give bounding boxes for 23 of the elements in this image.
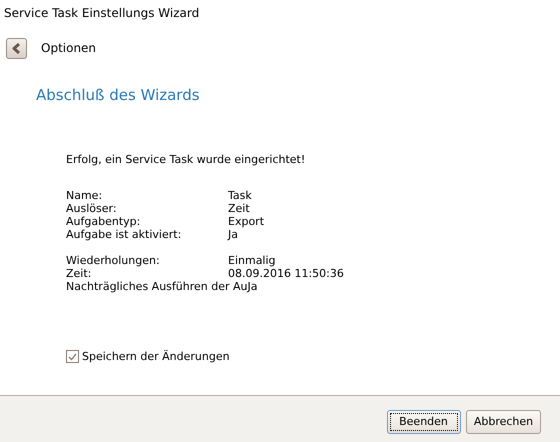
page-title: Optionen (41, 40, 96, 57)
field-value: 08.09.2016 11:50:36 (228, 266, 344, 280)
field-value: Einmalig (228, 254, 276, 266)
field-value: Ja (228, 228, 238, 240)
window-title: Service Task Einstellungs Wizard (3, 5, 200, 22)
field-value: Task (228, 188, 252, 202)
field-label: Nachträgliches Ausführen der Au (66, 280, 248, 292)
field-label: Aufgabentyp: (66, 214, 142, 228)
field-label: Aufgabe ist aktiviert: (66, 228, 182, 240)
back-button[interactable] (6, 38, 27, 58)
dialog-button[interactable]: Abbrechen (466, 410, 541, 434)
checkbox[interactable] (66, 350, 79, 364)
field-value: Ja (248, 280, 258, 292)
success-message: Erfolg, ein Service Task wurde eingerichtet! (66, 153, 306, 166)
field-label: Name: (66, 188, 104, 202)
field-value: Zeit (228, 202, 250, 214)
field-value: Export (228, 214, 264, 228)
dialog-button[interactable]: Beenden (386, 410, 460, 434)
wizard-heading: Abschluß des Wizards (36, 86, 200, 104)
field-label: Wiederholungen: (66, 254, 161, 266)
checkbox-label: Speichern der Änderungen (82, 348, 230, 364)
field-label: Auslöser: (66, 202, 118, 214)
field-label: Zeit: (66, 266, 92, 280)
